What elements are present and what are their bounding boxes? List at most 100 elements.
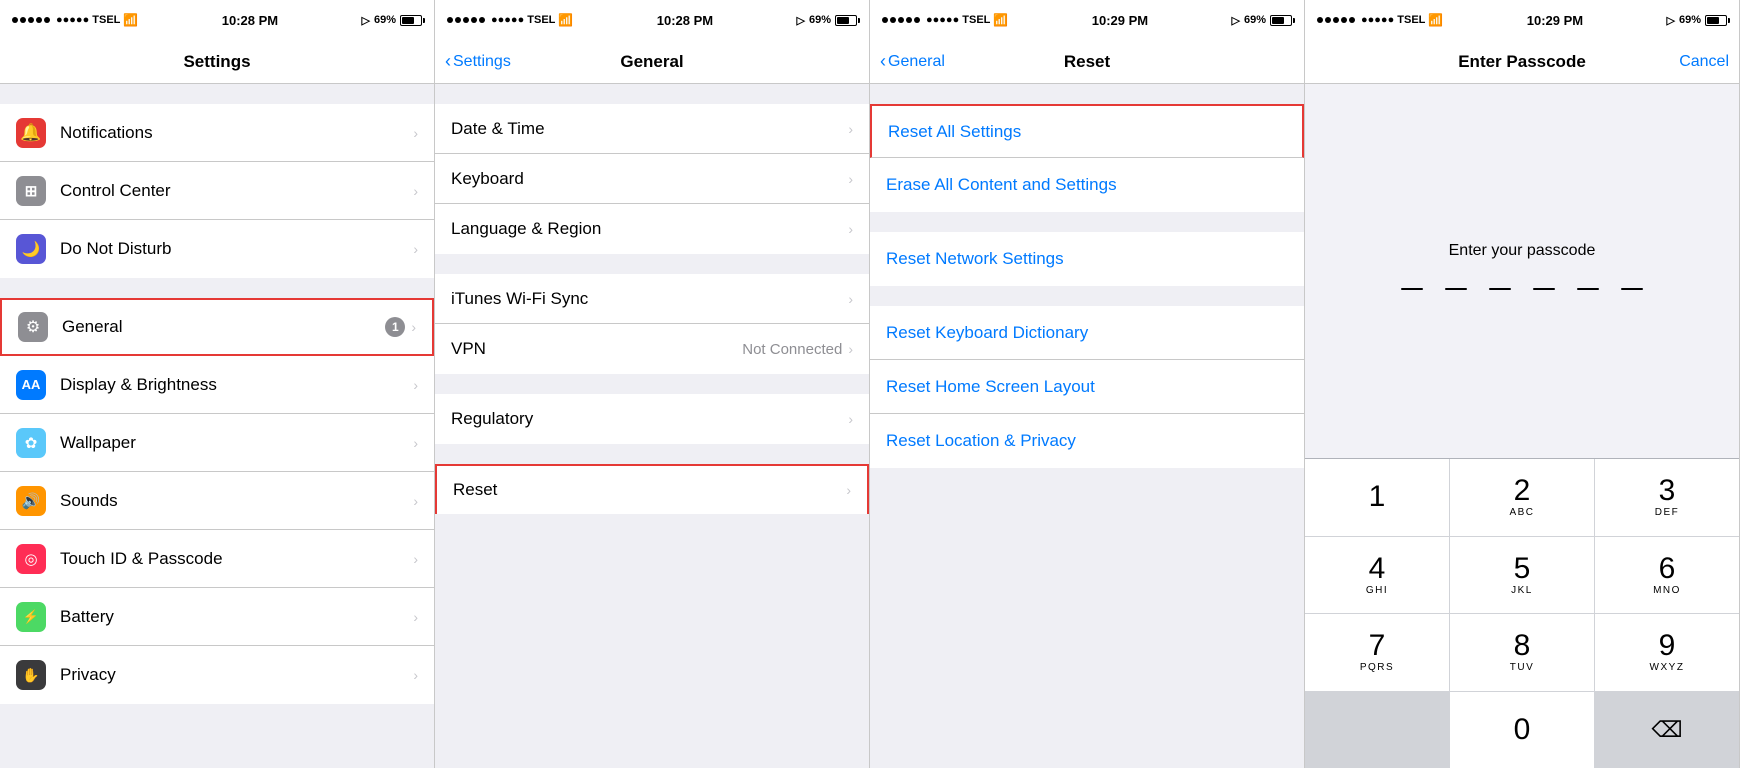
settings-item-dnd[interactable]: 🌙 Do Not Disturb ›	[0, 220, 434, 278]
section-gap	[435, 254, 869, 274]
status-bar-3: ●●●●● TSEL 📶 10:29 PM ▷ 69%	[870, 0, 1304, 40]
signal-dot	[890, 17, 896, 23]
settings-item-privacy[interactable]: ✋ Privacy ›	[0, 646, 434, 704]
privacy-icon: ✋	[16, 660, 46, 690]
general-item-keyboard[interactable]: Keyboard ›	[435, 154, 869, 204]
settings-item-sounds[interactable]: 🔊 Sounds ›	[0, 472, 434, 530]
general-label: General	[62, 317, 385, 337]
signal-dot	[1349, 17, 1355, 23]
status-right-2: ▷ 69%	[797, 14, 858, 27]
signal-dot	[12, 17, 18, 23]
general-item-reset[interactable]: Reset ›	[435, 464, 869, 514]
num-key-8[interactable]: 8 TUV	[1450, 614, 1594, 691]
regulatory-label: Regulatory	[451, 409, 848, 429]
battery-icon-3	[1270, 15, 1292, 26]
reset-item-keyboard[interactable]: Reset Keyboard Dictionary	[870, 306, 1304, 360]
reset-item-all-settings[interactable]: Reset All Settings	[870, 104, 1304, 158]
reset-item-location[interactable]: Reset Location & Privacy	[870, 414, 1304, 468]
itunes-label: iTunes Wi-Fi Sync	[451, 289, 848, 309]
section-gap	[435, 374, 869, 394]
reset-item-erase-all[interactable]: Erase All Content and Settings	[870, 158, 1304, 212]
reset-location-label: Reset Location & Privacy	[886, 431, 1288, 451]
reset-item-homescreen[interactable]: Reset Home Screen Layout	[870, 360, 1304, 414]
back-button-general[interactable]: ‹ Settings	[445, 51, 511, 72]
settings-item-touchid[interactable]: ◎ Touch ID & Passcode ›	[0, 530, 434, 588]
num-key-5[interactable]: 5 JKL	[1450, 537, 1594, 614]
num-main-6: 6	[1659, 554, 1676, 584]
num-key-delete[interactable]: ⌫	[1595, 692, 1739, 768]
settings-item-wallpaper[interactable]: ✿ Wallpaper ›	[0, 414, 434, 472]
num-key-7[interactable]: 7 PQRS	[1305, 614, 1449, 691]
general-item-regulatory[interactable]: Regulatory ›	[435, 394, 869, 444]
passcode-dot-2	[1445, 288, 1467, 290]
erase-all-label: Erase All Content and Settings	[886, 175, 1288, 195]
num-key-empty	[1305, 692, 1449, 768]
time-display-2: 10:28 PM	[657, 13, 713, 28]
general-list: Date & Time › Keyboard › Language & Regi…	[435, 84, 869, 768]
num-key-1[interactable]: 1	[1305, 459, 1449, 536]
settings-item-notifications[interactable]: 🔔 Notifications ›	[0, 104, 434, 162]
general-item-itunes[interactable]: iTunes Wi-Fi Sync ›	[435, 274, 869, 324]
num-key-0[interactable]: 0	[1450, 692, 1594, 768]
chevron-icon: ›	[413, 241, 418, 257]
signal-dots-4	[1317, 17, 1355, 23]
dnd-label: Do Not Disturb	[60, 239, 413, 259]
privacy-label: Privacy	[60, 665, 413, 685]
general-section-1: Date & Time › Keyboard › Language & Regi…	[435, 104, 869, 254]
num-key-9[interactable]: 9 WXYZ	[1595, 614, 1739, 691]
location-icon-3: ▷	[1232, 14, 1240, 27]
nav-title-general: General	[620, 52, 683, 72]
back-label-general: Settings	[453, 53, 511, 71]
settings-item-control-center[interactable]: ⊞ Control Center ›	[0, 162, 434, 220]
num-sub-6: MNO	[1653, 585, 1681, 596]
num-sub-9: WXYZ	[1650, 662, 1685, 673]
settings-item-battery[interactable]: ⚡ Battery ›	[0, 588, 434, 646]
signal-dot	[882, 17, 888, 23]
num-key-4[interactable]: 4 GHI	[1305, 537, 1449, 614]
status-left-2: ●●●●● TSEL 📶	[447, 13, 573, 27]
num-sub-4: GHI	[1366, 585, 1388, 596]
panel-reset: ●●●●● TSEL 📶 10:29 PM ▷ 69% ‹ General Re…	[870, 0, 1305, 768]
chevron-icon: ›	[848, 411, 853, 427]
num-main-0: 0	[1514, 715, 1531, 745]
general-item-vpn[interactable]: VPN Not Connected ›	[435, 324, 869, 374]
delete-icon: ⌫	[1651, 717, 1682, 743]
reset-list: Reset All Settings Erase All Content and…	[870, 84, 1304, 768]
signal-dots-2	[447, 17, 485, 23]
num-sub-8: TUV	[1510, 662, 1535, 673]
control-center-label: Control Center	[60, 181, 413, 201]
section-gap	[435, 84, 869, 104]
general-badge: 1	[385, 317, 405, 337]
passcode-dot-4	[1533, 288, 1555, 290]
nav-bar-reset: ‹ General Reset	[870, 40, 1304, 84]
touchid-icon: ◎	[16, 544, 46, 574]
keyboard-label: Keyboard	[451, 169, 848, 189]
reset-homescreen-label: Reset Home Screen Layout	[886, 377, 1288, 397]
num-key-3[interactable]: 3 DEF	[1595, 459, 1739, 536]
section-1: 🔔 Notifications › ⊞ Control Center › 🌙 D…	[0, 104, 434, 278]
chevron-icon: ›	[413, 609, 418, 625]
chevron-icon: ›	[413, 493, 418, 509]
location-icon-1: ▷	[362, 14, 370, 27]
nav-bar-passcode: Enter Passcode Cancel	[1305, 40, 1739, 84]
signal-dot	[455, 17, 461, 23]
reset-item-network[interactable]: Reset Network Settings	[870, 232, 1304, 286]
num-main-9: 9	[1659, 631, 1676, 661]
settings-item-general[interactable]: ⚙ General 1 ›	[0, 298, 434, 356]
chevron-icon: ›	[413, 435, 418, 451]
cancel-button-passcode[interactable]: Cancel	[1679, 53, 1729, 71]
num-key-6[interactable]: 6 MNO	[1595, 537, 1739, 614]
settings-item-display[interactable]: AA Display & Brightness ›	[0, 356, 434, 414]
num-main-1: 1	[1369, 482, 1386, 512]
nav-title-passcode: Enter Passcode	[1458, 52, 1586, 72]
num-key-2[interactable]: 2 ABC	[1450, 459, 1594, 536]
general-item-datetime[interactable]: Date & Time ›	[435, 104, 869, 154]
num-main-5: 5	[1514, 554, 1531, 584]
status-right-4: ▷ 69%	[1667, 14, 1728, 27]
back-button-reset[interactable]: ‹ General	[880, 51, 945, 72]
general-item-language[interactable]: Language & Region ›	[435, 204, 869, 254]
reset-keyboard-label: Reset Keyboard Dictionary	[886, 323, 1288, 343]
carrier-label-4: ●●●●● TSEL	[1361, 14, 1425, 26]
battery-icon-4	[1705, 15, 1727, 26]
wifi-icon-1: 📶	[123, 13, 138, 27]
